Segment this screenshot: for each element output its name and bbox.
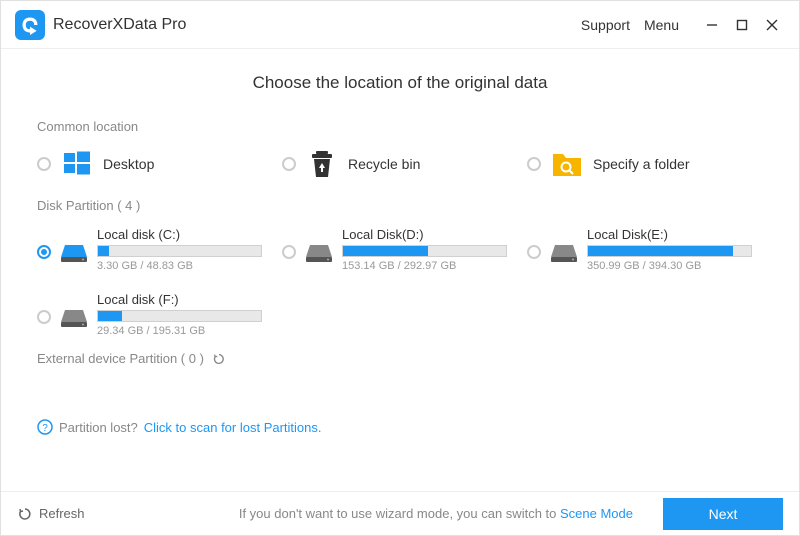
disk-item[interactable]: Local disk (F:) 29.34 GB / 195.31 GB xyxy=(37,292,262,337)
disk-size-text: 29.34 GB / 195.31 GB xyxy=(97,325,262,337)
scene-mode-link[interactable]: Scene Mode xyxy=(560,506,633,521)
disk-item[interactable]: Local disk (C:) 3.30 GB / 48.83 GB xyxy=(37,227,262,272)
scan-lost-partitions-link[interactable]: Click to scan for lost Partitions. xyxy=(144,420,322,435)
app-logo-icon xyxy=(15,10,45,40)
disk-icon xyxy=(61,243,87,263)
windows-icon xyxy=(61,148,93,180)
disk-size-text: 3.30 GB / 48.83 GB xyxy=(97,260,262,272)
disk-usage-bar xyxy=(97,245,262,257)
support-link[interactable]: Support xyxy=(581,17,630,33)
radio-icon xyxy=(282,157,296,171)
disk-size-text: 153.14 GB / 292.97 GB xyxy=(342,260,507,272)
radio-icon xyxy=(527,157,541,171)
external-partition-label: External device Partition ( 0 ) xyxy=(37,351,204,366)
titlebar: RecoverXData Pro Support Menu xyxy=(1,1,799,49)
refresh-button[interactable]: Refresh xyxy=(17,506,85,522)
disk-name: Local Disk(E:) xyxy=(587,227,752,242)
disk-item[interactable]: Local Disk(D:) 153.14 GB / 292.97 GB xyxy=(282,227,507,272)
disk-usage-bar xyxy=(97,310,262,322)
location-label: Desktop xyxy=(103,156,154,172)
disk-icon xyxy=(551,243,577,263)
disk-name: Local disk (F:) xyxy=(97,292,262,307)
menu-link[interactable]: Menu xyxy=(644,17,679,33)
radio-icon xyxy=(37,157,51,171)
maximize-button[interactable] xyxy=(733,16,751,34)
refresh-external-icon[interactable] xyxy=(212,352,226,366)
next-button[interactable]: Next xyxy=(663,498,783,530)
footer: Refresh If you don't want to use wizard … xyxy=(1,491,799,535)
disk-partition-label: Disk Partition ( 4 ) xyxy=(37,198,763,213)
location-specify-folder[interactable]: Specify a folder xyxy=(527,148,752,180)
disk-usage-bar xyxy=(587,245,752,257)
disk-item[interactable]: Local Disk(E:) 350.99 GB / 394.30 GB xyxy=(527,227,752,272)
refresh-icon xyxy=(17,506,33,522)
location-label: Recycle bin xyxy=(348,156,420,172)
partition-lost-text: Partition lost? xyxy=(59,420,138,435)
disk-usage-bar xyxy=(342,245,507,257)
common-location-label: Common location xyxy=(37,119,763,134)
app-title: RecoverXData Pro xyxy=(53,16,186,34)
location-recyclebin[interactable]: Recycle bin xyxy=(282,148,507,180)
app-window: RecoverXData Pro Support Menu Choose the… xyxy=(0,0,800,536)
main-content: Choose the location of the original data… xyxy=(1,49,799,491)
minimize-button[interactable] xyxy=(703,16,721,34)
disk-size-text: 350.99 GB / 394.30 GB xyxy=(587,260,752,272)
disk-name: Local disk (C:) xyxy=(97,227,262,242)
recyclebin-icon xyxy=(306,148,338,180)
svg-text:?: ? xyxy=(42,423,48,434)
folder-search-icon xyxy=(551,148,583,180)
refresh-label: Refresh xyxy=(39,506,85,521)
location-desktop[interactable]: Desktop xyxy=(37,148,262,180)
close-button[interactable] xyxy=(763,16,781,34)
location-label: Specify a folder xyxy=(593,156,690,172)
radio-icon xyxy=(37,310,51,324)
disk-name: Local Disk(D:) xyxy=(342,227,507,242)
disk-icon xyxy=(61,308,87,328)
radio-icon xyxy=(282,245,296,259)
help-icon: ? xyxy=(37,419,53,435)
disk-icon xyxy=(306,243,332,263)
radio-icon xyxy=(527,245,541,259)
page-title: Choose the location of the original data xyxy=(37,73,763,93)
footer-hint: If you don't want to use wizard mode, yo… xyxy=(239,506,633,521)
radio-icon xyxy=(37,245,51,259)
